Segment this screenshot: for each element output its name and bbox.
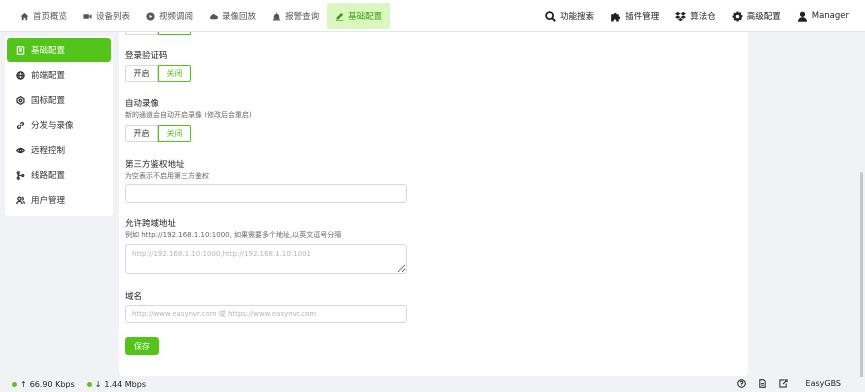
badge-icon bbox=[16, 95, 25, 105]
status-bar: ↑ 66.90 Kbps ↓ 1.44 Mbps EasyGBS bbox=[0, 377, 865, 392]
sidebar-item-distribution-recording[interactable]: 分发与录像 bbox=[7, 113, 111, 137]
nav-search-label: 功能搜索 bbox=[560, 12, 595, 22]
nav-basic-config[interactable]: 基础配置 bbox=[327, 3, 391, 29]
file-icon[interactable] bbox=[758, 379, 767, 388]
plugin-icon bbox=[611, 12, 621, 21]
nav-playback[interactable]: 录像回放 bbox=[201, 3, 264, 29]
cloud-icon bbox=[210, 13, 218, 19]
play-icon bbox=[146, 11, 155, 21]
sidebar-item-label: 线路配置 bbox=[31, 171, 66, 181]
utility-nav: 功能搜索 插件管理 算法仓 高级配置 Manager bbox=[537, 3, 857, 29]
auth-url-label: 第三方鉴权地址 bbox=[125, 160, 185, 170]
nav-video[interactable]: 视频调阅 bbox=[138, 3, 201, 29]
user-menu[interactable]: Manager bbox=[789, 3, 857, 29]
download-rate-value: 1.44 Mbps bbox=[104, 380, 147, 389]
nav-devices[interactable]: 设备列表 bbox=[75, 3, 138, 29]
sidebar-item-frontend-config[interactable]: 前端配置 bbox=[7, 63, 111, 87]
main-nav: 首页概览 设备列表 视频调阅 录像回放 报警查询 基础配置 bbox=[12, 3, 391, 29]
download-rate: ↓ 1.44 Mbps bbox=[86, 380, 147, 389]
config-sidebar: 基础配置 前端配置 国标配置 分发与录像 远程控制 线路配置 用户管理 bbox=[5, 36, 113, 216]
previous-toggle-fragment bbox=[125, 32, 191, 35]
globe-icon bbox=[16, 70, 25, 80]
top-navigation: 首页概览 设备列表 视频调阅 录像回放 报警查询 基础配置 功能搜索 插件管理 … bbox=[0, 0, 865, 32]
nav-advanced-label: 高级配置 bbox=[746, 12, 781, 22]
arrow-down-icon: ↓ bbox=[94, 380, 102, 389]
upload-rate-value: 66.90 Kbps bbox=[29, 380, 75, 389]
captcha-on-option[interactable]: 开启 bbox=[125, 65, 158, 82]
sidebar-item-label: 前端配置 bbox=[31, 71, 66, 81]
camera-icon bbox=[83, 13, 92, 19]
sidebar-item-label: 用户管理 bbox=[31, 196, 66, 206]
nav-alarm[interactable]: 报警查询 bbox=[264, 3, 327, 29]
export-icon[interactable] bbox=[778, 379, 788, 388]
captcha-label: 登录验证码 bbox=[125, 51, 168, 61]
brand-name: EasyGBS bbox=[805, 379, 841, 388]
cors-label: 允许跨域地址 bbox=[125, 219, 177, 229]
download-status-dot bbox=[86, 382, 92, 387]
sidebar-item-label: 远程控制 bbox=[31, 146, 66, 156]
dropbox-icon bbox=[675, 11, 687, 21]
search-icon bbox=[545, 10, 557, 22]
sidebar-item-label: 国标配置 bbox=[31, 96, 66, 106]
page-scrollbar[interactable] bbox=[858, 32, 865, 392]
nav-home-label: 首页概览 bbox=[33, 12, 68, 22]
domain-label: 域名 bbox=[125, 292, 143, 302]
nav-advanced[interactable]: 高级配置 bbox=[724, 3, 789, 29]
sidebar-item-line-config[interactable]: 线路配置 bbox=[7, 163, 111, 187]
home-icon bbox=[20, 12, 29, 20]
domain-input[interactable] bbox=[125, 305, 407, 323]
nav-playback-label: 录像回放 bbox=[222, 12, 257, 22]
nav-video-label: 视频调阅 bbox=[159, 12, 194, 22]
sidebar-item-basic-config[interactable]: 基础配置 bbox=[7, 38, 111, 62]
branch-icon bbox=[16, 170, 25, 180]
nav-devices-label: 设备列表 bbox=[96, 12, 131, 22]
sidebar-item-remote-control[interactable]: 远程控制 bbox=[7, 138, 111, 162]
captcha-toggle: 开启 关闭 bbox=[125, 65, 191, 82]
nav-alarm-label: 报警查询 bbox=[285, 12, 320, 22]
scrollbar-thumb[interactable] bbox=[860, 172, 863, 392]
upload-rate: ↑ 66.90 Kbps bbox=[12, 380, 75, 389]
upload-status-dot bbox=[12, 382, 17, 387]
auto-record-on-option[interactable]: 开启 bbox=[125, 125, 158, 142]
user-name: Manager bbox=[811, 11, 849, 21]
nav-search[interactable]: 功能搜索 bbox=[537, 3, 602, 29]
auto-record-desc: 新的通道会自动开启录像 (修改后会重启) bbox=[125, 111, 252, 119]
document-icon bbox=[16, 45, 25, 55]
auth-url-input[interactable] bbox=[125, 184, 407, 203]
auto-record-toggle: 开启 关闭 bbox=[125, 125, 191, 142]
sidebar-item-label: 基础配置 bbox=[31, 46, 66, 56]
cors-textarea[interactable] bbox=[125, 244, 407, 274]
gear-icon bbox=[732, 11, 743, 21]
auth-url-desc: 为空表示不启用第三方鉴权 bbox=[125, 172, 209, 180]
captcha-off-option[interactable]: 关闭 bbox=[158, 65, 191, 82]
eye-icon bbox=[16, 147, 25, 153]
sidebar-item-label: 分发与录像 bbox=[31, 121, 74, 131]
sidebar-item-user-management[interactable]: 用户管理 bbox=[7, 188, 111, 212]
alarm-icon bbox=[272, 11, 281, 21]
nav-plugins-label: 插件管理 bbox=[625, 12, 660, 22]
auto-record-label: 自动录像 bbox=[125, 99, 160, 109]
save-button[interactable]: 保存 bbox=[125, 337, 159, 355]
edit-icon bbox=[335, 12, 344, 21]
users-icon bbox=[16, 195, 25, 204]
auto-record-off-option[interactable]: 关闭 bbox=[158, 125, 191, 142]
nav-algorithms[interactable]: 算法仓 bbox=[667, 3, 724, 29]
nav-basic-config-label: 基础配置 bbox=[348, 12, 383, 22]
nav-algorithms-label: 算法仓 bbox=[690, 12, 716, 22]
arrow-up-icon: ↑ bbox=[20, 380, 27, 389]
nav-home[interactable]: 首页概览 bbox=[12, 3, 75, 29]
sidebar-item-gb-config[interactable]: 国标配置 bbox=[7, 88, 111, 112]
cors-desc: 例如 http://192.168.1.10:1000, 如果需要多个地址,以英… bbox=[125, 231, 342, 239]
user-icon bbox=[797, 11, 807, 22]
status-tools: EasyGBS bbox=[736, 379, 841, 388]
nav-plugins[interactable]: 插件管理 bbox=[602, 3, 667, 29]
help-icon[interactable] bbox=[736, 379, 746, 388]
config-form-panel: 登录验证码 开启 关闭 自动录像 新的通道会自动开启录像 (修改后会重启) 开启… bbox=[119, 32, 748, 376]
link-icon bbox=[16, 121, 25, 129]
